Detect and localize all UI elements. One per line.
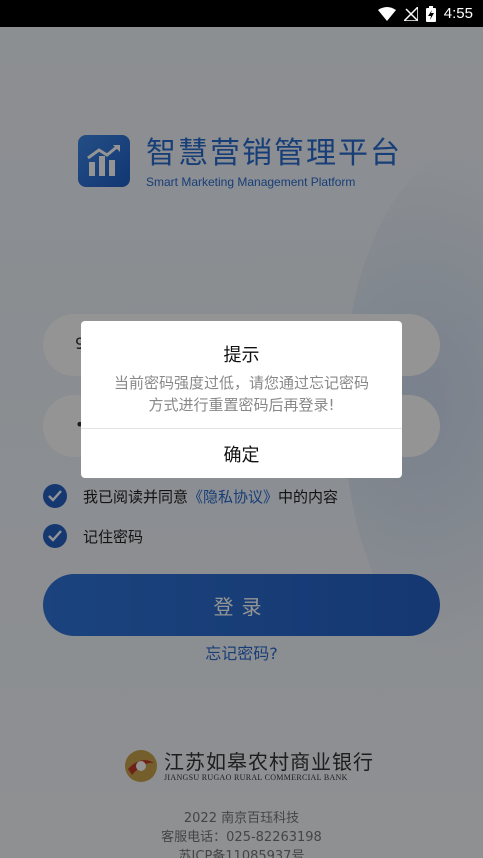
dialog-title: 提示 (223, 345, 260, 366)
status-time: 4:55 (443, 5, 473, 22)
signal-off-icon (403, 6, 418, 21)
dialog-ok-button[interactable]: 确定 (81, 429, 402, 478)
battery-charging-icon (425, 5, 436, 22)
status-bar: 4:55 (0, 0, 483, 27)
wifi-icon (377, 6, 396, 21)
dialog-message: 当前密码强度过低，请您通过忘记密码方式进行重置密码后再登录! (113, 374, 369, 414)
alert-dialog: 提示 当前密码强度过低，请您通过忘记密码方式进行重置密码后再登录! 确定 (81, 321, 402, 478)
